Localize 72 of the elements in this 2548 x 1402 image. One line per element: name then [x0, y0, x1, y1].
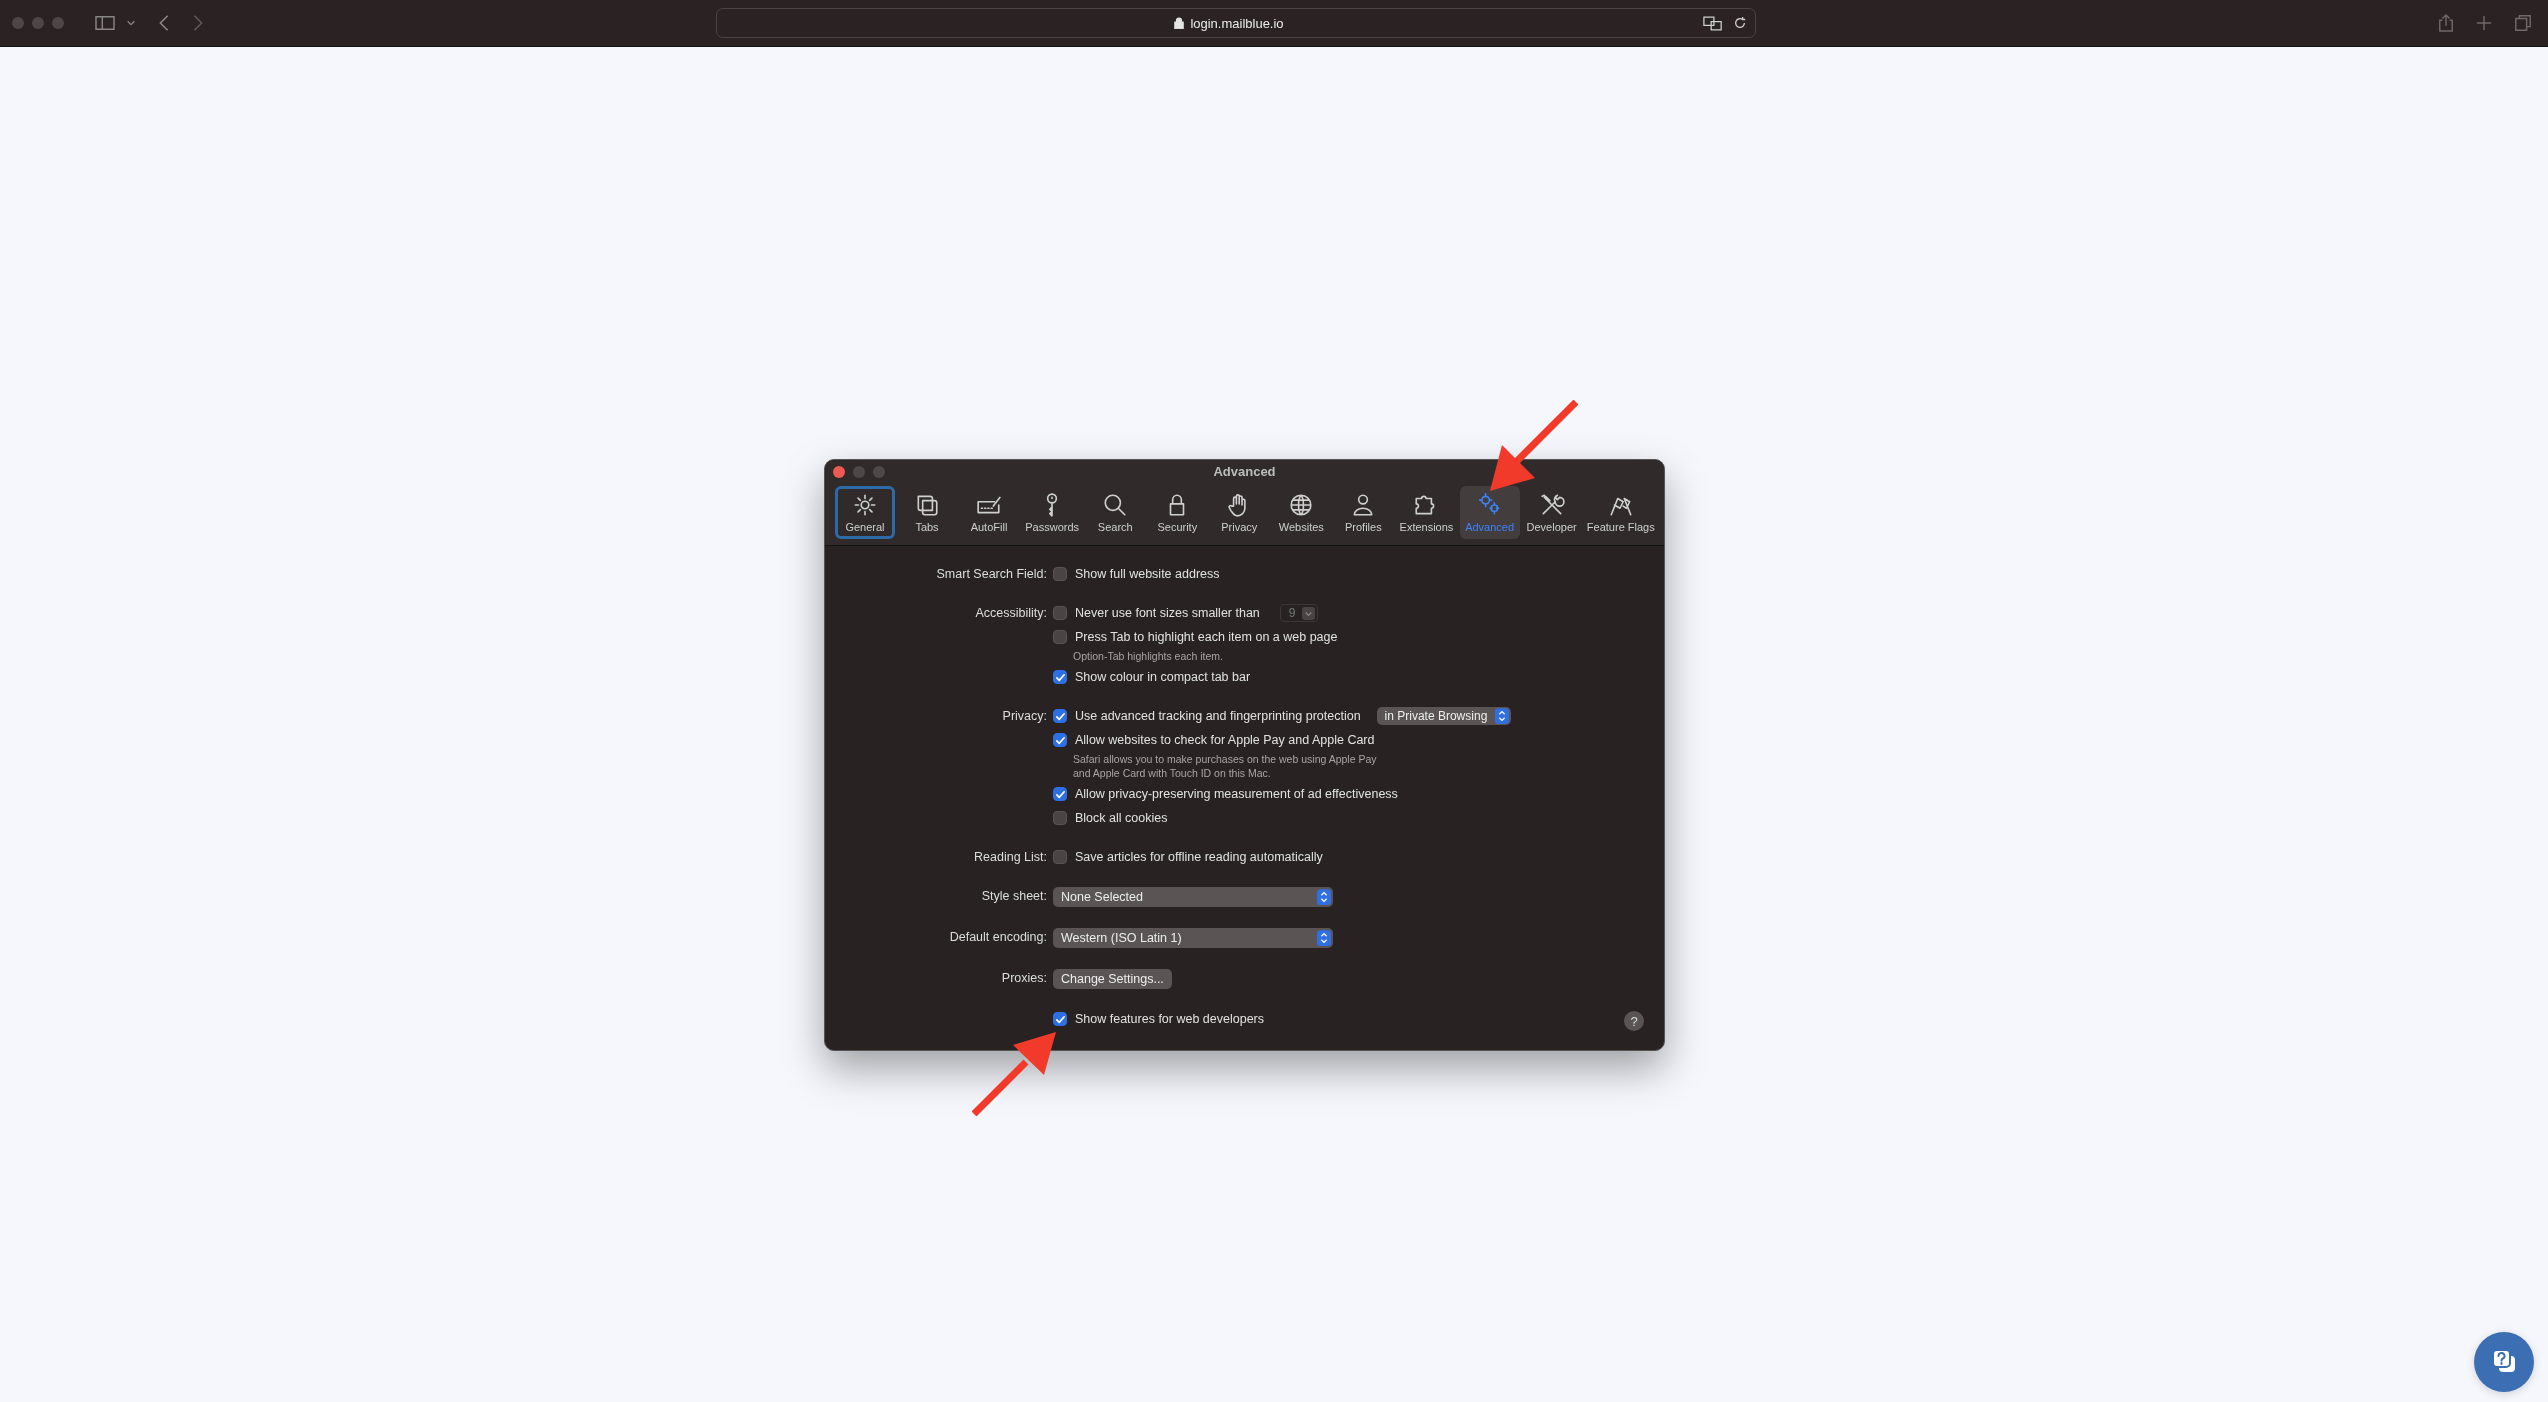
- search-icon: [1102, 492, 1129, 518]
- preferences-tab[interactable]: Developer: [1521, 486, 1582, 539]
- minimize-window-button[interactable]: [853, 466, 865, 478]
- change-settings-button[interactable]: Change Settings...: [1053, 969, 1172, 989]
- section-label: Reading List:: [974, 850, 1047, 864]
- window-title: Advanced: [1213, 463, 1276, 479]
- checkbox-label: Save articles for offline reading automatically: [1075, 850, 1323, 864]
- checkbox[interactable]: [1053, 733, 1067, 747]
- zoom-window-button[interactable]: [52, 17, 64, 29]
- address-bar[interactable]: login.mailblue.io: [716, 8, 1756, 38]
- checkbox[interactable]: [1053, 606, 1067, 620]
- preferences-tab[interactable]: AutoFill: [959, 486, 1019, 539]
- chevron-down-icon: [1301, 606, 1315, 620]
- checkbox[interactable]: [1053, 787, 1067, 801]
- up-down-chevron-icon: [1317, 889, 1331, 905]
- checkbox-label: Show full website address: [1075, 567, 1220, 581]
- checkbox[interactable]: [1053, 709, 1067, 723]
- preferences-tab[interactable]: General: [835, 486, 895, 539]
- section-label: Style sheet:: [981, 889, 1047, 903]
- preferences-tab[interactable]: Security: [1147, 486, 1208, 539]
- sidebar-icon[interactable]: [94, 14, 116, 32]
- checkbox-label: Allow websites to check for Apple Pay and Apple Card: [1075, 733, 1375, 747]
- preferences-tab[interactable]: Feature Flags: [1583, 486, 1658, 539]
- zoom-window-button[interactable]: [873, 466, 885, 478]
- lock-icon: [1174, 17, 1185, 29]
- checkbox-label: Never use font sizes smaller than: [1075, 606, 1260, 620]
- checkbox[interactable]: [1053, 1012, 1067, 1026]
- preferences-tab[interactable]: Privacy: [1209, 486, 1270, 539]
- dropdown[interactable]: Western (ISO Latin 1): [1053, 928, 1333, 948]
- preferences-tab[interactable]: Websites: [1271, 486, 1332, 539]
- checkbox[interactable]: [1053, 850, 1067, 864]
- checkbox-label: Block all cookies: [1075, 811, 1168, 825]
- checkbox-label: Use advanced tracking and fingerprinting protection: [1075, 709, 1361, 723]
- chat-support-button[interactable]: [2474, 1332, 2534, 1392]
- tab-overview-icon[interactable]: [2514, 14, 2532, 32]
- preferences-tab[interactable]: Profiles: [1333, 486, 1394, 539]
- protection-dropdown[interactable]: in Private Browsing: [1376, 707, 1512, 725]
- preferences-tab[interactable]: Extensions: [1395, 486, 1458, 539]
- section-label: Proxies:: [1001, 971, 1047, 985]
- preferences-tab[interactable]: Tabs: [897, 486, 957, 539]
- checkbox[interactable]: [1053, 811, 1067, 825]
- dropdown[interactable]: None Selected: [1053, 887, 1333, 907]
- share-icon[interactable]: [2438, 13, 2454, 33]
- section-label: Accessibility:: [975, 606, 1047, 620]
- new-tab-icon[interactable]: [2476, 15, 2492, 31]
- checkbox-label: Allow privacy-preserving measurement of ad effectiveness: [1075, 787, 1398, 801]
- checkbox-label: Show features for web developers: [1075, 1012, 1264, 1026]
- section-label: Default encoding:: [949, 930, 1047, 944]
- close-window-button[interactable]: [833, 466, 845, 478]
- minimize-window-button[interactable]: [32, 17, 44, 29]
- up-down-chevron-icon: [1317, 930, 1331, 946]
- up-down-chevron-icon: [1495, 708, 1510, 724]
- help-text: Safari allows you to make purchases on the web using Apple Pay and Apple Card with Touch ID on this Mac.: [1072, 752, 1378, 780]
- preferences-tab[interactable]: Passwords: [1021, 486, 1084, 539]
- preferences-tab[interactable]: Search: [1085, 486, 1146, 539]
- checkbox[interactable]: [1053, 567, 1067, 581]
- help-button[interactable]: ?: [1624, 1011, 1644, 1031]
- back-icon[interactable]: [158, 14, 170, 32]
- checkbox[interactable]: [1053, 630, 1067, 644]
- translate-icon[interactable]: [1703, 15, 1723, 31]
- forward-icon[interactable]: [192, 14, 204, 32]
- reload-icon[interactable]: [1733, 16, 1747, 30]
- section-label: Smart Search Field:: [936, 567, 1047, 581]
- checkbox-label: Show colour in compact tab bar: [1075, 670, 1251, 684]
- section-label: Privacy:: [1002, 709, 1047, 723]
- chevron-down-icon[interactable]: [126, 18, 136, 28]
- url-text: login.mailblue.io: [1190, 15, 1284, 31]
- help-text: Option-Tab highlights each item.: [1072, 649, 1224, 663]
- globe-icon: [1288, 492, 1315, 518]
- checkbox-label: Press Tab to highlight each item on a web page: [1075, 630, 1338, 644]
- checkbox[interactable]: [1053, 670, 1067, 684]
- gear-icon: [852, 492, 878, 518]
